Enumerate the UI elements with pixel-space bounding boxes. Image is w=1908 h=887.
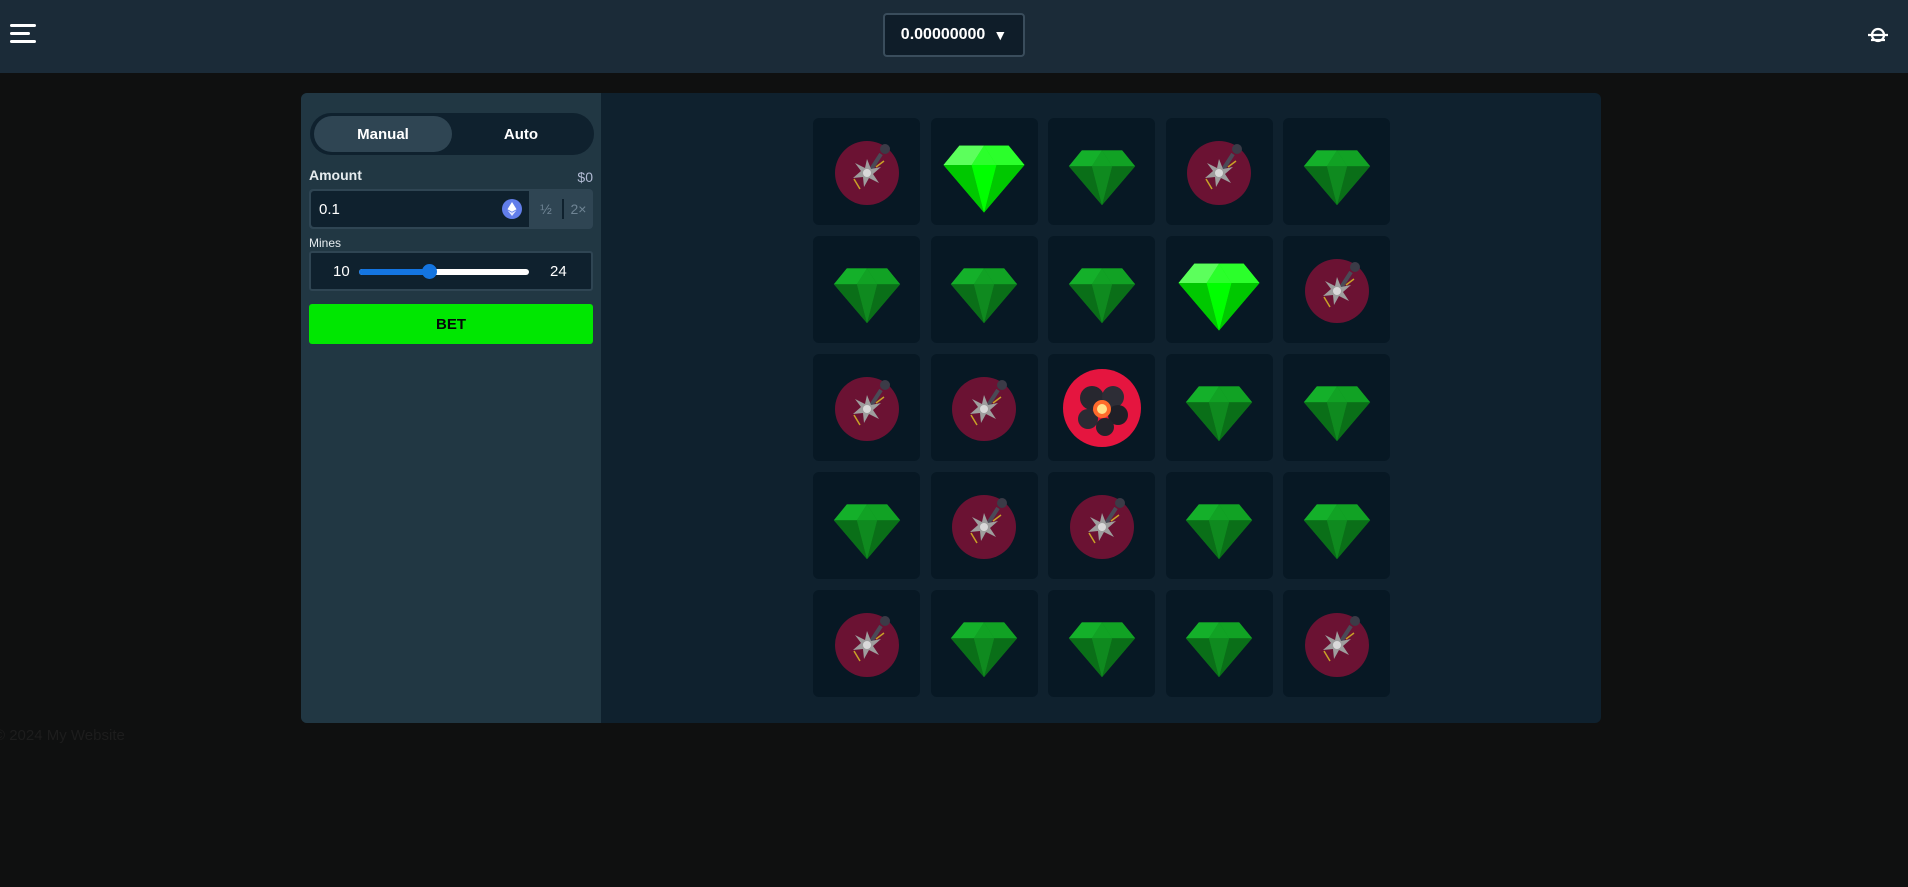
- mines-max-value: 24: [550, 263, 567, 280]
- mines-slider[interactable]: [359, 264, 529, 279]
- mine-tile[interactable]: [1048, 118, 1155, 225]
- mine-tile[interactable]: [930, 236, 1038, 343]
- bomb-icon: [1302, 609, 1372, 679]
- mine-tile[interactable]: [1165, 472, 1273, 579]
- footer-copyright: © 2024 My Website: [0, 727, 125, 744]
- amount-label: Amount: [309, 167, 362, 183]
- mine-tile[interactable]: [813, 118, 920, 225]
- mine-tile[interactable]: [813, 236, 920, 343]
- mine-tile[interactable]: [930, 354, 1038, 461]
- mine-tile[interactable]: [813, 354, 920, 461]
- bomb-icon: [1184, 137, 1254, 207]
- gem-icon: [1183, 372, 1255, 444]
- mine-tile[interactable]: [1283, 118, 1390, 225]
- bet-button[interactable]: BET: [309, 304, 593, 344]
- mode-tabs: Manual Auto: [310, 113, 594, 155]
- gem-icon: [1301, 490, 1373, 562]
- amount-input[interactable]: [311, 191, 529, 227]
- gem-icon: [1301, 372, 1373, 444]
- half-amount-button[interactable]: ½: [531, 189, 561, 229]
- tab-auto[interactable]: Auto: [452, 116, 590, 152]
- bomb-icon: [1302, 255, 1372, 325]
- mines-slider-fill: [359, 269, 429, 275]
- mine-tile[interactable]: [1048, 354, 1155, 461]
- top-bar: 0.00000000 ▼: [0, 0, 1908, 73]
- mine-tile[interactable]: [1283, 354, 1390, 461]
- mine-tile[interactable]: [813, 590, 920, 697]
- bomb-icon: [949, 491, 1019, 561]
- mines-slider-box: 10 24: [309, 251, 593, 291]
- user-icon[interactable]: [1866, 24, 1890, 46]
- bomb-icon: [832, 137, 902, 207]
- amount-field-group: ½ 2×: [309, 189, 593, 229]
- double-amount-button[interactable]: 2×: [564, 189, 593, 229]
- mine-tile[interactable]: [1048, 590, 1155, 697]
- gem-icon: [1183, 608, 1255, 680]
- gem-icon: [948, 608, 1020, 680]
- mine-tile[interactable]: [1165, 354, 1273, 461]
- mine-tile[interactable]: [1165, 118, 1273, 225]
- mine-tile[interactable]: [1165, 236, 1273, 343]
- mine-tile[interactable]: [1283, 236, 1390, 343]
- explosion-icon: [1061, 367, 1143, 449]
- ethereum-icon: [502, 199, 522, 219]
- gem-icon: [1066, 136, 1138, 208]
- mines-game: Manual Auto Amount $0 ½ 2× Mines 10 24: [301, 93, 1601, 723]
- gem-icon: [831, 490, 903, 562]
- mine-tile[interactable]: [1048, 472, 1155, 579]
- mine-tile[interactable]: [1283, 472, 1390, 579]
- balance-dropdown[interactable]: 0.00000000 ▼: [883, 13, 1025, 57]
- mine-tile[interactable]: [1165, 590, 1273, 697]
- gem-icon: [948, 254, 1020, 326]
- gem-icon: [1175, 246, 1263, 334]
- amount-usd-value: $0: [577, 169, 593, 185]
- gem-icon: [1301, 136, 1373, 208]
- bomb-icon: [832, 609, 902, 679]
- mine-tile[interactable]: [930, 472, 1038, 579]
- mines-min-value: 10: [333, 263, 350, 280]
- bomb-icon: [1067, 491, 1137, 561]
- mine-tile[interactable]: [930, 118, 1038, 225]
- gem-icon: [1066, 608, 1138, 680]
- chevron-down-icon: ▼: [993, 27, 1008, 43]
- mines-label: Mines: [309, 236, 342, 250]
- hamburger-icon[interactable]: [10, 24, 36, 44]
- bomb-icon: [832, 373, 902, 443]
- bet-panel: Manual Auto Amount $0 ½ 2× Mines 10 24: [301, 93, 601, 723]
- mine-tile[interactable]: [813, 472, 920, 579]
- mine-tile[interactable]: [1048, 236, 1155, 343]
- bomb-icon: [949, 373, 1019, 443]
- mine-tile[interactable]: [1283, 590, 1390, 697]
- balance-value: 0.00000000: [900, 26, 986, 43]
- mines-slider-thumb[interactable]: [421, 264, 437, 279]
- tab-manual[interactable]: Manual: [314, 116, 452, 152]
- gem-icon: [831, 254, 903, 326]
- gem-icon: [1066, 254, 1138, 326]
- mine-tile[interactable]: [930, 590, 1038, 697]
- gem-icon: [940, 128, 1028, 216]
- gem-icon: [1183, 490, 1255, 562]
